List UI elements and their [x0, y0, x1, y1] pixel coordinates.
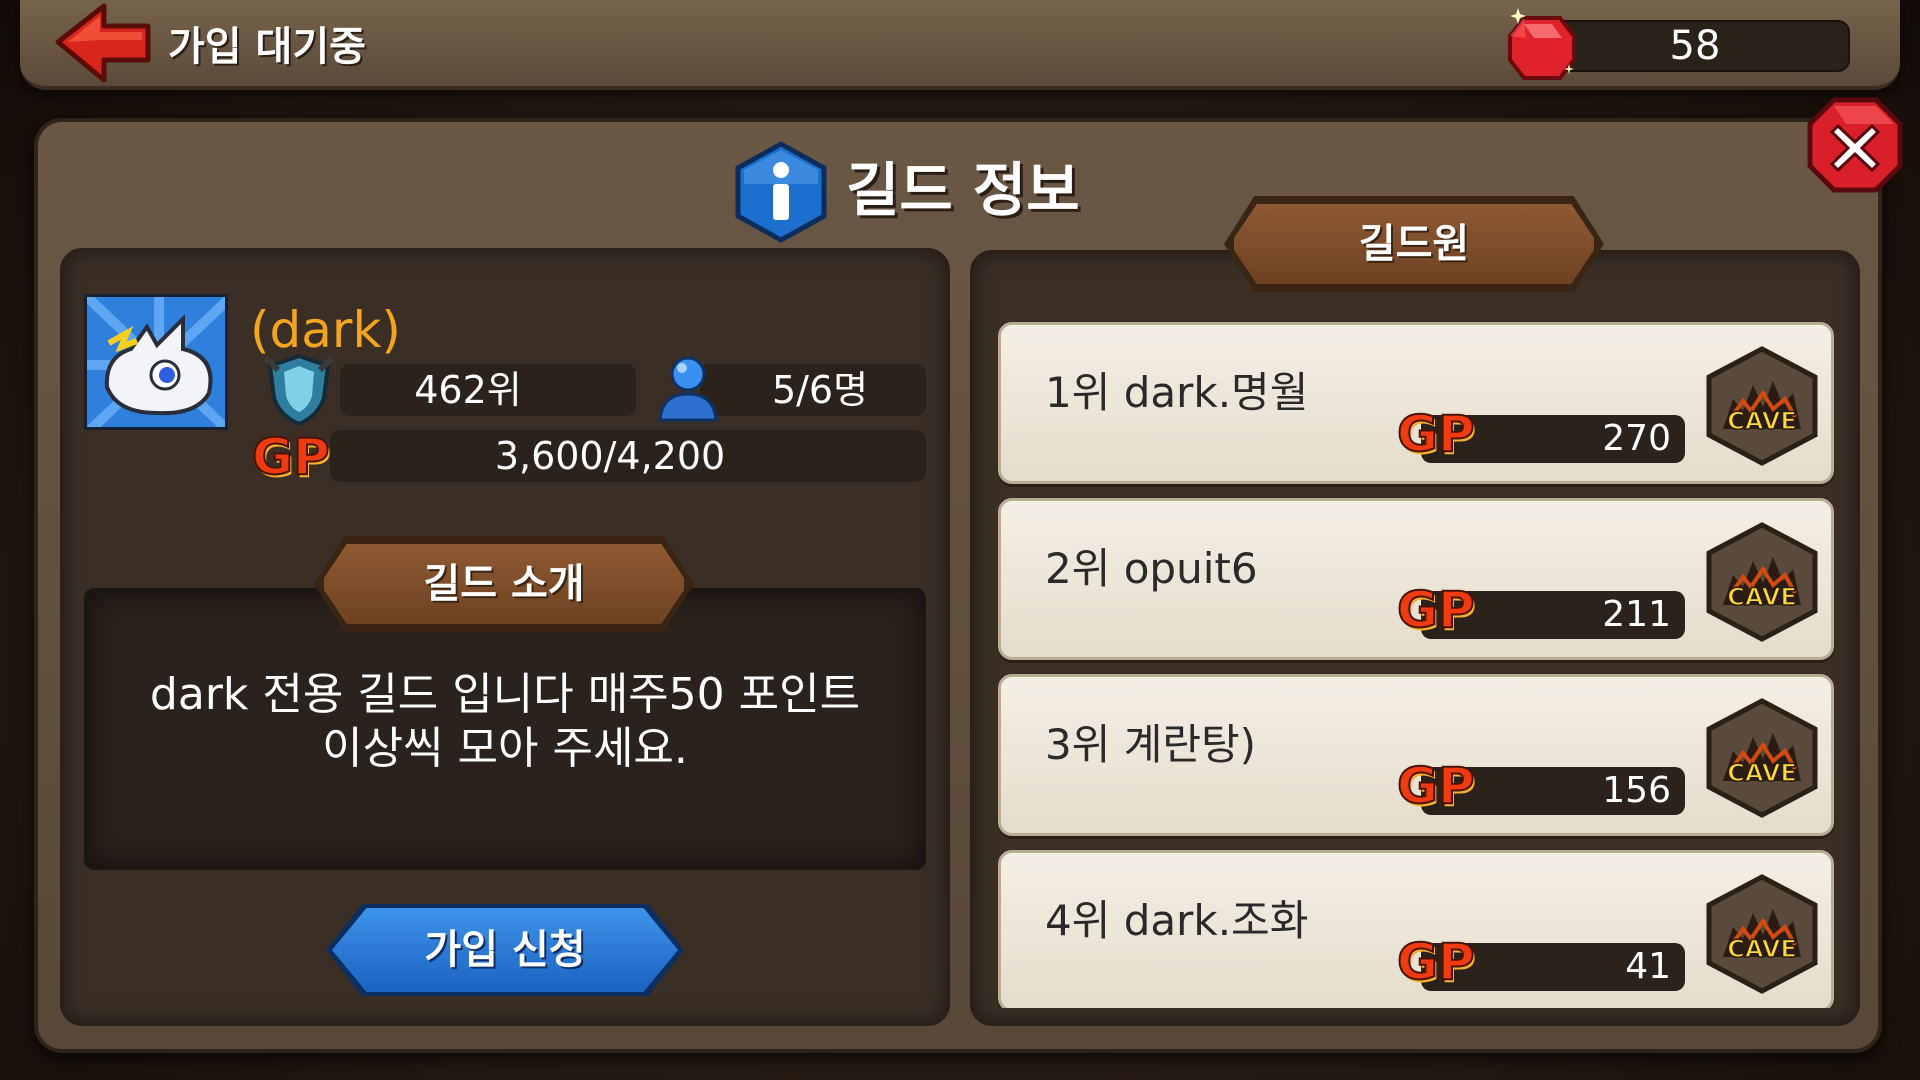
member-count: 5/6명: [771, 368, 869, 412]
shield-rank-icon: [263, 352, 335, 428]
member-name: 1위 dark.명월: [1045, 368, 1309, 417]
back-arrow-icon[interactable]: [48, 0, 158, 90]
member-name: 4위 dark.조화: [1045, 896, 1309, 945]
gp-label: GP: [1396, 404, 1476, 464]
join-request-button[interactable]: 가입 신청: [332, 908, 678, 992]
cave-badge-text: CAVE: [1727, 583, 1797, 611]
list-item[interactable]: 4위 dark.조화 GP 41 CAVE: [998, 850, 1834, 1008]
cave-badge-icon: CAVE: [1703, 521, 1821, 643]
gp-label: GP: [251, 427, 331, 487]
person-icon: [654, 350, 722, 426]
info-icon: [732, 140, 830, 244]
list-item[interactable]: 1위 dark.명월 GP 270 CAVE: [998, 322, 1834, 484]
guild-gp-value: 3,600/4,200: [494, 434, 726, 478]
guild-intro-line-1: dark 전용 길드 입니다 매주50 포인트: [149, 669, 861, 720]
guild-rank: 462위: [414, 368, 522, 412]
cave-badge-text: CAVE: [1727, 759, 1797, 787]
cave-badge-icon: CAVE: [1703, 873, 1821, 995]
ruby-gem-icon: [1502, 8, 1582, 88]
list-item[interactable]: 2위 opuit6 GP 211 CAVE: [998, 498, 1834, 660]
list-item[interactable]: 3위 계란탕) GP 156 CAVE: [998, 674, 1834, 836]
cave-badge-icon: CAVE: [1703, 697, 1821, 819]
close-icon[interactable]: [1806, 96, 1904, 194]
guild-intro-text: dark 전용 길드 입니다 매주50 포인트 이상씩 모아 주세요.: [110, 668, 900, 776]
member-gp-value: 211: [1602, 594, 1671, 635]
cave-badge-text: CAVE: [1727, 935, 1797, 963]
member-name: 3위 계란탕): [1045, 720, 1257, 769]
member-gp-value: 156: [1602, 770, 1671, 811]
gp-label: GP: [1396, 580, 1476, 640]
tab-guild-members: 길드원: [1230, 200, 1598, 288]
guild-name: (dark): [250, 301, 401, 359]
tab-guild-intro: 길드 소개: [320, 540, 688, 628]
member-list[interactable]: 1위 dark.명월 GP 270 CAVE 2위 opuit6 GP 211 …: [998, 322, 1834, 1008]
guild-intro-line-2: 이상씩 모아 주세요.: [322, 723, 688, 774]
member-name: 2위 opuit6: [1045, 544, 1258, 593]
gp-label: GP: [1396, 756, 1476, 816]
member-gp-value: 41: [1625, 946, 1671, 987]
cave-badge-text: CAVE: [1727, 407, 1797, 435]
cave-badge-icon: CAVE: [1703, 345, 1821, 467]
gp-label: GP: [1396, 932, 1476, 992]
dialog-title: 길드 정보: [846, 156, 1080, 224]
page-title: 가입 대기중: [168, 24, 366, 70]
guild-emblem-dragon-icon: [84, 294, 228, 430]
gem-count: 58: [1669, 23, 1721, 69]
member-gp-value: 270: [1602, 418, 1671, 459]
